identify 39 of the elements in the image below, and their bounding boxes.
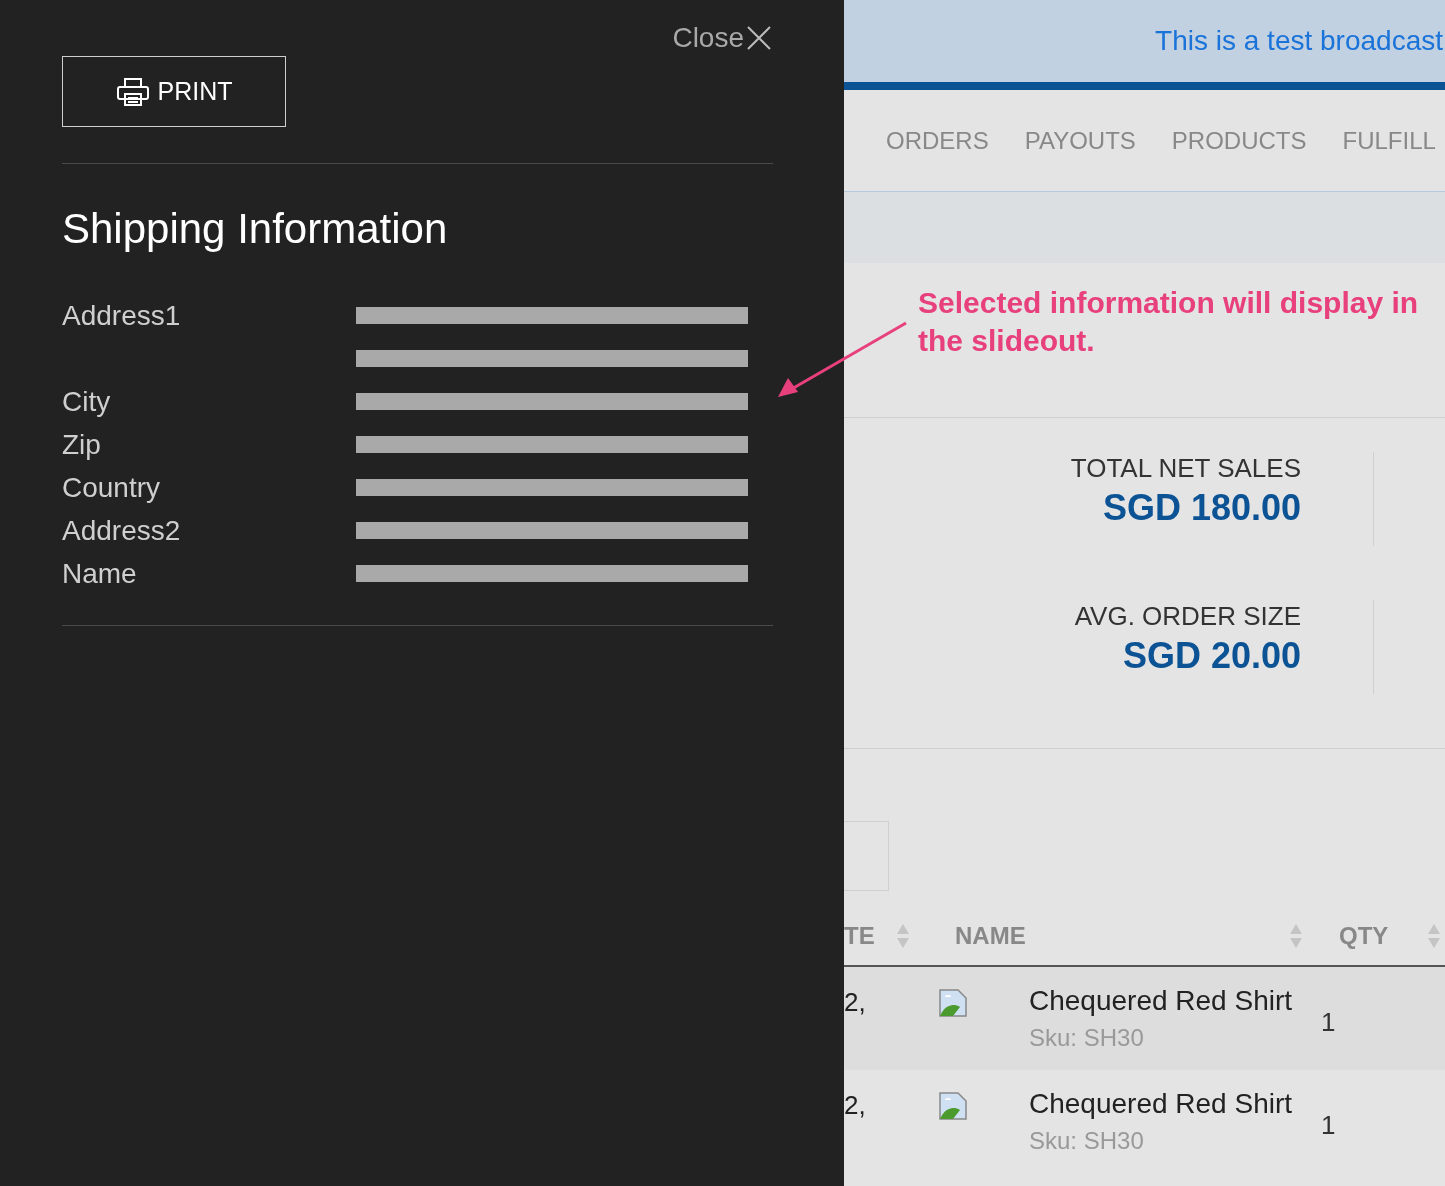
close-button[interactable]: Close [672,24,772,52]
table-row[interactable]: 2, Chequered Red Shirt Sku: SH30 1 [844,967,1445,1070]
product-sku: Sku: SH30 [1029,1126,1145,1156]
field-label: Country [62,471,162,505]
table-cell-text: 2, [844,986,867,1019]
printer-icon [115,76,150,107]
field-label: Name [62,557,138,591]
product-name: Chequered Red Shirt [1029,984,1294,1018]
stat-value: SGD 180.00 [1102,485,1301,530]
annotation-text: Selected information will display in the slideout. [918,285,1420,359]
nav-tab[interactable]: PRODUCTS [1171,122,1307,159]
column-header[interactable]: QTY [1339,918,1427,954]
broken-image-icon [939,1092,967,1120]
product-sku: Sku: SH30 [1029,1023,1145,1053]
broken-image-icon [939,989,967,1017]
field-label: Address2 [62,514,182,548]
nav-tab[interactable]: ORDERS [886,122,989,159]
sort-icon[interactable] [1427,923,1441,949]
table-cell-text: 2, [844,1089,867,1122]
product-name: Chequered Red Shirt [1029,1087,1294,1121]
stat-label: TOTAL NET SALES [1070,452,1301,485]
quantity-cell-text: 1 [1321,1006,1336,1039]
sort-icon[interactable] [1289,923,1303,949]
sort-icon[interactable] [896,923,910,949]
stat-value: SGD 20.00 [1122,633,1301,678]
print-button[interactable]: PRINT [62,56,286,127]
nav-tab[interactable]: PAYOUTS [1024,122,1136,159]
panel-title: Shipping Information [62,208,449,250]
nav-tab[interactable]: FULFILL [1342,122,1436,159]
close-icon [746,25,772,51]
field-label: City [62,385,112,419]
broadcast-message: This is a test broadcast [1155,24,1443,58]
stat-label: AVG. ORDER SIZE [1074,600,1301,633]
field-label: Address1 [62,299,182,333]
input-field[interactable] [844,821,889,891]
field-label: Zip [62,428,102,462]
column-header[interactable]: NAME [955,918,1289,954]
quantity-cell-text: 1 [1321,1109,1336,1142]
column-header[interactable]: TE [844,918,896,954]
